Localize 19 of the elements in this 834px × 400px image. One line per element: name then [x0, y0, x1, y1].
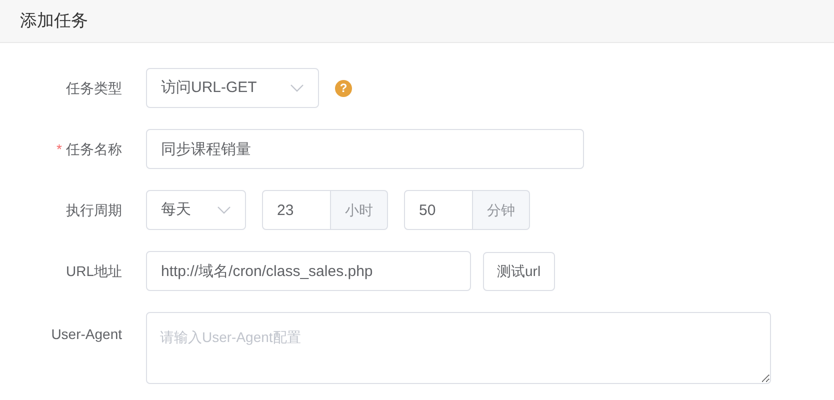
minute-input[interactable]: 50	[404, 190, 473, 230]
page-title: 添加任务	[20, 10, 88, 32]
field-label: URL地址	[66, 262, 122, 280]
hour-unit-label: 小时	[331, 190, 388, 230]
url-input[interactable]: http://域名/cron/class_sales.php	[146, 251, 471, 291]
required-mark: *	[56, 140, 62, 158]
period-select[interactable]: 每天	[146, 190, 246, 230]
test-url-button[interactable]: 测试url	[483, 252, 555, 290]
field-label: User-Agent	[51, 325, 122, 344]
name-input[interactable]: 同步课程销量	[146, 129, 584, 169]
chevron-down-icon	[290, 84, 304, 92]
hour-input[interactable]: 23	[262, 190, 331, 230]
field-label: 任务名称	[66, 140, 122, 158]
field-label: 任务类型	[66, 78, 122, 98]
type-select[interactable]: 访问URL-GET	[146, 68, 319, 108]
minute-unit-label: 分钟	[473, 190, 530, 230]
user-agent-textarea[interactable]: 请输入User-Agent配置	[146, 312, 771, 384]
field-label: 执行周期	[66, 200, 122, 220]
chevron-down-icon	[217, 206, 231, 214]
